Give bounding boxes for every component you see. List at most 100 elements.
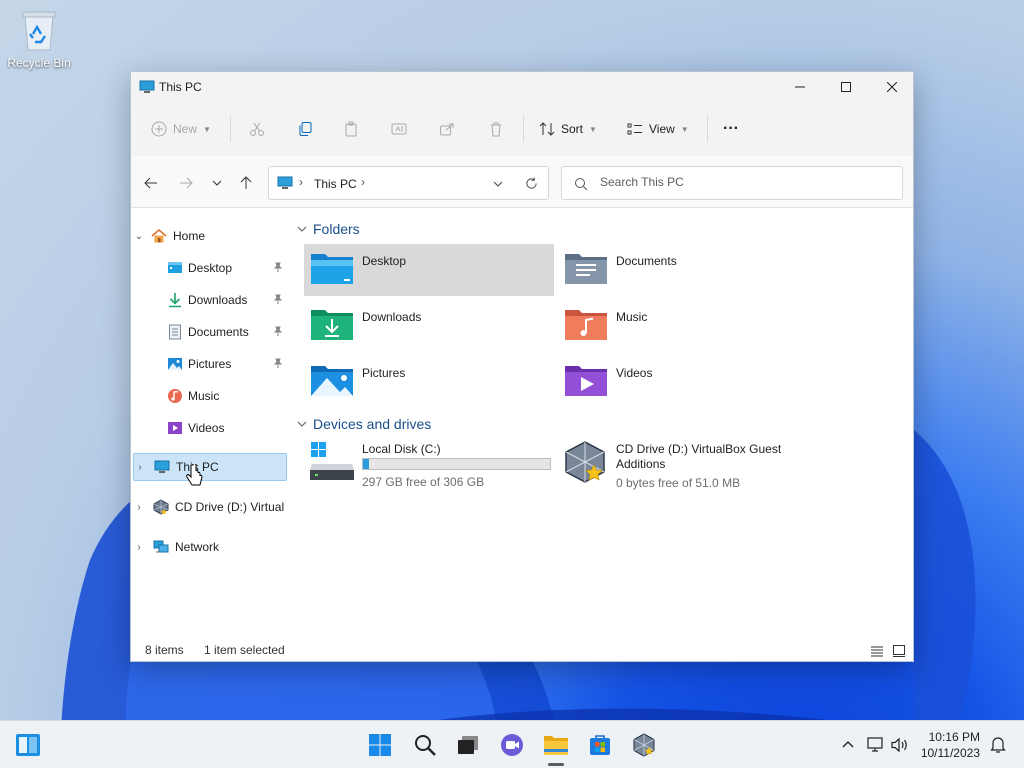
sort-label: Sort <box>561 122 584 136</box>
folders-heading: Folders <box>313 221 360 237</box>
address-dropdown-icon[interactable] <box>493 179 503 189</box>
search-box[interactable] <box>561 166 903 200</box>
refresh-icon[interactable] <box>525 177 538 190</box>
folders-section-header[interactable]: Folders <box>297 221 360 237</box>
volume-button[interactable] <box>886 731 914 759</box>
close-button[interactable] <box>869 72 915 102</box>
videos-folder-icon <box>565 366 607 396</box>
sort-icon <box>539 122 555 136</box>
delete-button[interactable] <box>488 114 504 144</box>
task-view-button[interactable] <box>454 731 482 759</box>
plus-circle-icon <box>151 121 167 137</box>
folder-desktop[interactable]: Desktop <box>304 244 554 296</box>
drives-section-header[interactable]: Devices and drives <box>297 416 431 432</box>
drive-usage-fill <box>363 459 369 469</box>
share-button[interactable] <box>439 114 455 144</box>
sidebar-item-music[interactable]: Music <box>133 382 287 410</box>
breadcrumb-this-pc[interactable]: This PC <box>314 177 357 191</box>
search-input[interactable] <box>600 175 890 189</box>
pin-icon[interactable] <box>273 262 283 272</box>
expand-chevron-icon[interactable]: › <box>133 502 145 513</box>
navigation-bar: › This PC › <box>131 156 913 208</box>
forward-button[interactable] <box>174 172 198 194</box>
store-bag-icon <box>590 735 610 755</box>
pin-icon[interactable] <box>273 294 283 304</box>
arrow-right-icon <box>180 177 193 189</box>
sidebar-item-label: Videos <box>188 421 225 435</box>
start-button[interactable] <box>366 731 394 759</box>
up-button[interactable] <box>234 172 258 194</box>
widgets-button[interactable] <box>14 731 42 759</box>
details-view-icon[interactable] <box>871 645 883 657</box>
breadcrumb-chevron-icon[interactable]: › <box>361 175 365 189</box>
show-hidden-icons-button[interactable] <box>834 731 862 759</box>
desktop-folder-icon <box>311 254 353 284</box>
folder-pictures[interactable]: Pictures <box>304 356 554 408</box>
sidebar-item-desktop[interactable]: Desktop <box>133 254 287 282</box>
pin-icon[interactable] <box>273 326 283 336</box>
document-icon <box>169 324 181 340</box>
folder-documents[interactable]: Documents <box>558 244 808 296</box>
clock-time: 10:16 PM <box>928 730 980 744</box>
minimize-button[interactable] <box>777 72 823 102</box>
title-bar[interactable]: This PC <box>131 72 913 102</box>
cut-button[interactable] <box>249 114 265 144</box>
new-button[interactable]: New ▼ <box>151 114 211 144</box>
more-options-button[interactable]: ··· <box>723 114 739 144</box>
breadcrumb-chevron-icon[interactable]: › <box>299 175 303 189</box>
sidebar-item-this-pc[interactable]: › This PC <box>133 453 287 481</box>
recent-locations-button[interactable] <box>205 172 229 194</box>
recycle-bin-label: Recycle Bin <box>7 56 71 70</box>
rename-button[interactable] <box>391 114 407 144</box>
sidebar-item-cd-drive[interactable]: › CD Drive (D:) Virtual <box>133 493 287 521</box>
recycle-bin-desktop-icon[interactable]: Recycle Bin <box>6 8 72 70</box>
drives-heading: Devices and drives <box>313 416 432 432</box>
clipboard-icon <box>345 121 357 137</box>
drive-cd-d[interactable]: CD Drive (D:) VirtualBox Guest Additions… <box>558 436 808 492</box>
sidebar-item-label: Desktop <box>188 261 233 275</box>
expand-chevron-icon[interactable]: › <box>133 542 145 553</box>
address-bar[interactable]: › This PC › <box>268 166 549 200</box>
folder-videos[interactable]: Videos <box>558 356 808 408</box>
sidebar-item-home[interactable]: ⌄ Home <box>133 222 287 250</box>
file-explorer-taskbar-button[interactable] <box>542 731 570 759</box>
sidebar-item-pictures[interactable]: Pictures <box>133 350 287 378</box>
view-button[interactable]: View ▼ <box>627 114 689 144</box>
sidebar-item-downloads[interactable]: Downloads <box>133 286 287 314</box>
mouse-pointer-icon <box>186 464 203 486</box>
arrow-up-icon <box>240 176 252 189</box>
windows-logo-icon <box>369 734 391 756</box>
paste-button[interactable] <box>343 114 359 144</box>
folder-name: Pictures <box>362 366 406 380</box>
tiles-view-icon[interactable] <box>893 645 905 657</box>
back-button[interactable] <box>139 172 163 194</box>
folder-name: Documents <box>616 254 677 268</box>
folder-name: Downloads <box>362 310 422 324</box>
sidebar-item-network[interactable]: › Network <box>133 533 287 561</box>
videos-icon <box>168 422 182 434</box>
maximize-button[interactable] <box>823 72 869 102</box>
copy-button[interactable] <box>297 114 313 144</box>
widgets-icon <box>16 734 40 756</box>
pin-icon[interactable] <box>273 358 283 368</box>
folder-music[interactable]: Music <box>558 300 808 352</box>
sort-button[interactable]: Sort ▼ <box>539 114 597 144</box>
virtualbox-taskbar-button[interactable] <box>630 731 658 759</box>
sidebar-item-documents[interactable]: Documents <box>133 318 287 346</box>
search-taskbar-button[interactable] <box>411 731 439 759</box>
folder-downloads[interactable]: Downloads <box>304 300 554 352</box>
sidebar-item-videos[interactable]: Videos <box>133 414 287 442</box>
drive-local-disk-c[interactable]: Local Disk (C:) 297 GB free of 306 GB <box>304 436 554 492</box>
microsoft-store-button[interactable] <box>586 731 614 759</box>
speaker-icon <box>891 737 907 753</box>
expand-chevron-icon[interactable]: ⌄ <box>133 231 145 242</box>
more-icon: ··· <box>723 120 739 137</box>
chat-button[interactable] <box>498 731 526 759</box>
virtualbox-icon <box>633 733 655 757</box>
system-clock[interactable]: 10:16 PM 10/11/2023 <box>918 729 980 761</box>
expand-chevron-icon[interactable]: › <box>134 462 146 473</box>
notifications-button[interactable] <box>984 731 1012 759</box>
recycle-bin-icon <box>22 11 56 51</box>
chevron-down-icon: ▼ <box>203 124 211 134</box>
search-icon <box>415 735 436 756</box>
